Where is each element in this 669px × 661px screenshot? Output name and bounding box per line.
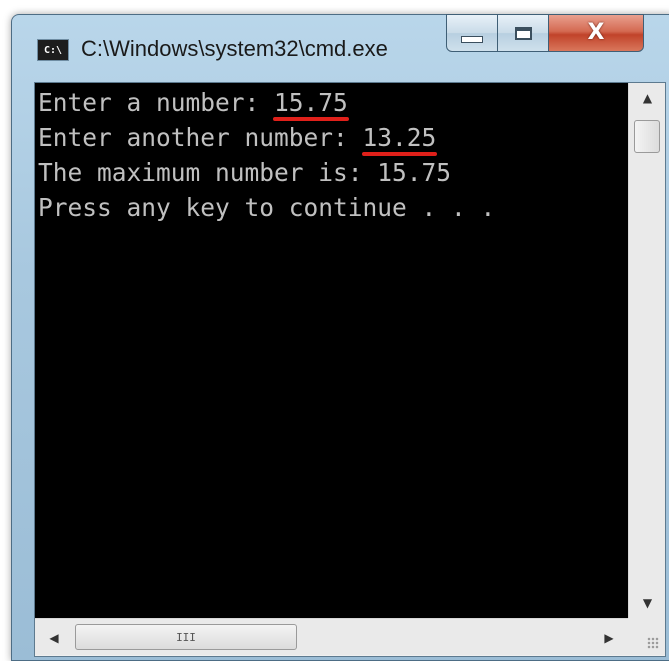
grip-lines-icon: III: [176, 630, 196, 644]
maximize-icon: [514, 26, 532, 40]
title-bar[interactable]: C:\ C:\Windows\system32\cmd.exe X: [12, 14, 669, 83]
minimize-button[interactable]: [446, 14, 498, 52]
right-arrow-icon: ▶: [604, 630, 614, 645]
left-arrow-icon: ◀: [49, 630, 59, 645]
scroll-down-button[interactable]: ▼: [629, 588, 666, 618]
console-line-2-prompt: Enter another number:: [38, 123, 363, 152]
vertical-scroll-thumb[interactable]: [634, 120, 660, 153]
minimize-icon: [461, 35, 483, 43]
scroll-left-button[interactable]: ◀: [39, 619, 69, 656]
console-line-1: Enter a number: 15.75: [38, 86, 349, 121]
scroll-right-button[interactable]: ▶: [594, 619, 624, 656]
window-title: C:\Windows\system32\cmd.exe: [81, 36, 388, 61]
vertical-scrollbar[interactable]: ▲ ▼: [628, 83, 665, 618]
horizontal-scroll-thumb[interactable]: III: [75, 624, 297, 650]
input-value-2: 13.25: [362, 123, 437, 152]
cmd-app-icon[interactable]: C:\: [37, 39, 69, 61]
scroll-up-button[interactable]: ▲: [629, 83, 666, 113]
console-line-1-input: 15.75: [273, 88, 349, 121]
console-line-2-input: 13.25: [361, 123, 438, 156]
close-icon: X: [587, 20, 605, 45]
close-button[interactable]: X: [548, 14, 644, 52]
console-client-area: Enter a number: 15.75 Enter another numb…: [34, 82, 666, 657]
up-arrow-icon: ▲: [642, 91, 653, 105]
resize-grip-icon: [647, 637, 659, 649]
cmd-window: C:\ C:\Windows\system32\cmd.exe X Enter …: [11, 14, 669, 661]
console-line-1-prompt: Enter a number:: [38, 88, 275, 117]
console-line-3-text: The maximum number is: 15.75: [38, 158, 452, 187]
console-line-2: Enter another number: 13.25: [38, 121, 438, 156]
horizontal-scrollbar[interactable]: ◀ III ▶: [35, 618, 628, 655]
console-line-4-text: Press any key to continue . . .: [38, 193, 496, 222]
input-value-1: 15.75: [274, 88, 348, 117]
console-line-3: The maximum number is: 15.75: [38, 156, 451, 190]
maximize-button[interactable]: [497, 14, 549, 52]
console-output[interactable]: Enter a number: 15.75 Enter another numb…: [35, 83, 628, 618]
console-line-4: Press any key to continue . . .: [38, 191, 495, 225]
down-arrow-icon: ▼: [642, 596, 653, 610]
resize-grip[interactable]: [628, 618, 665, 655]
